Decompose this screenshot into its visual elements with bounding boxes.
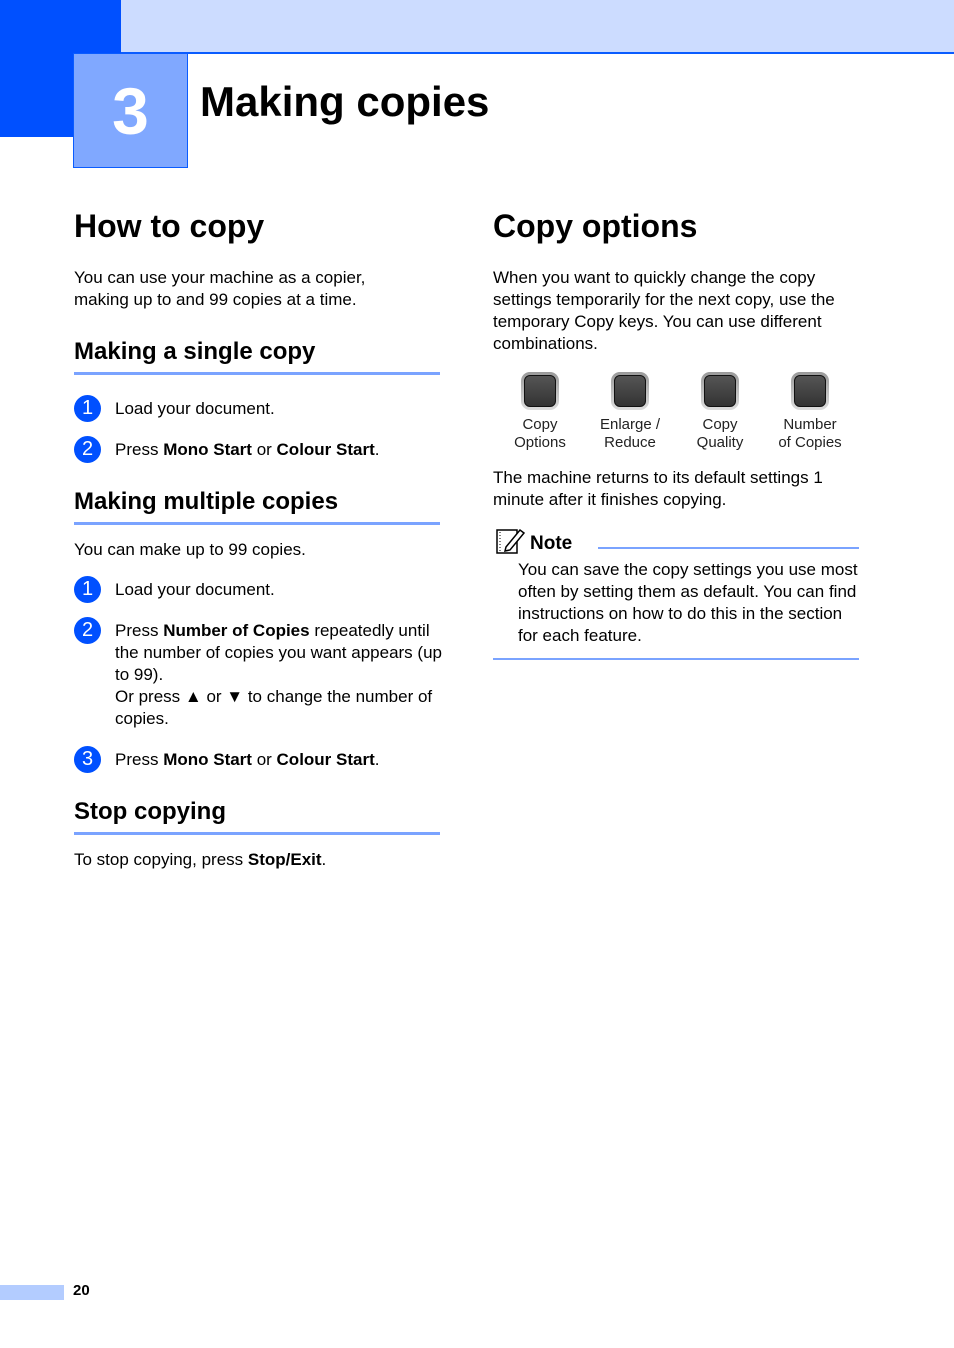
- step-item: 2 Press Number of Copies repeatedly until…: [74, 617, 444, 730]
- step-text: Load your document.: [115, 399, 275, 418]
- note-label: Note: [530, 533, 573, 554]
- key-button-icon: [791, 372, 829, 410]
- step-number-icon: 1: [74, 576, 101, 603]
- section-heading-how-to-copy: How to copy: [74, 208, 265, 244]
- step-item: 2 Press Mono Start or Colour Start.: [74, 436, 444, 463]
- key-copy-quality: Copy Quality: [675, 372, 765, 452]
- note-pencil-icon: [496, 527, 526, 555]
- step-number-icon: 1: [74, 395, 101, 422]
- step-item: 1 Load your document.: [74, 576, 444, 603]
- subheading-stop-copying: Stop copying: [74, 798, 440, 835]
- key-number-of-copies: Number of Copies: [765, 372, 855, 452]
- note-text: You can save the copy settings you use m…: [518, 560, 858, 645]
- intro-text: You can use your machine as a copier, ma…: [74, 268, 366, 309]
- step-text: Press Number of Copies repeatedly until …: [115, 621, 442, 728]
- key-button-icon: [701, 372, 739, 410]
- header-band: [121, 0, 954, 54]
- step-number-icon: 2: [74, 436, 101, 463]
- section-heading-copy-options: Copy options: [493, 208, 698, 244]
- note-bottom-rule: [493, 658, 859, 660]
- key-enlarge-reduce: Enlarge / Reduce: [585, 372, 675, 452]
- step-item: 1 Load your document.: [74, 395, 444, 422]
- key-button-icon: [611, 372, 649, 410]
- note-top-rule: [598, 547, 859, 549]
- subheading-single-copy: Making a single copy: [74, 338, 440, 375]
- page-number: 20: [73, 1282, 90, 1299]
- copy-keys: Copy Options Enlarge / Reduce Copy Quality …: [495, 372, 865, 452]
- step-text: Press Mono Start or Colour Start.: [115, 750, 380, 769]
- copy-options-intro: When you want to quickly change the copy…: [493, 268, 835, 353]
- step-item: 3 Press Mono Start or Colour Start.: [74, 746, 444, 773]
- chapter-title: Making copies: [200, 78, 490, 125]
- stop-text: To stop copying, press Stop/Exit.: [74, 850, 327, 869]
- key-button-icon: [521, 372, 559, 410]
- page-tab-bar: [0, 1285, 64, 1300]
- key-copy-options: Copy Options: [495, 372, 585, 452]
- step-number-icon: 2: [74, 617, 101, 644]
- default-settings-text: The machine returns to its default setti…: [493, 468, 823, 509]
- chapter-number: 3: [73, 53, 188, 168]
- subheading-multiple-copies: Making multiple copies: [74, 488, 440, 525]
- step-text: Load your document.: [115, 580, 275, 599]
- step-number-icon: 3: [74, 746, 101, 773]
- multiple-intro: You can make up to 99 copies.: [74, 540, 306, 559]
- step-text: Press Mono Start or Colour Start.: [115, 440, 380, 459]
